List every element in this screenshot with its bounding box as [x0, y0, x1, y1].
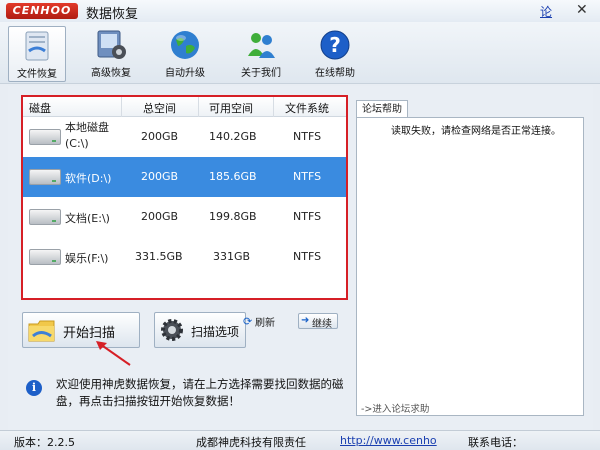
disk-row[interactable]: 娱乐(F:\) 331.5GB 331GB NTFS — [23, 237, 346, 277]
disk-list-header: 磁盘 总空间 可用空间 文件系统 — [23, 97, 346, 117]
website-link[interactable]: http://www.cenho — [340, 434, 437, 447]
tab-online-help[interactable]: ? 在线帮助 — [306, 26, 364, 82]
app-title: 数据恢复 — [86, 7, 139, 22]
disk-free: 140.2GB — [209, 130, 257, 143]
svg-text:?: ? — [329, 33, 341, 57]
tab-advanced-recover[interactable]: 高级恢复 — [82, 26, 140, 82]
advanced-recover-icon — [97, 30, 126, 59]
tab-label: 关于我们 — [241, 68, 281, 79]
hard-drive-icon — [29, 129, 61, 145]
disk-total: 200GB — [141, 170, 179, 183]
disk-row[interactable]: 本地磁盘 (C:\) 200GB 140.2GB NTFS — [23, 117, 346, 157]
disk-free: 185.6GB — [209, 170, 257, 183]
forum-link[interactable]: 论 — [540, 3, 552, 20]
column-disk[interactable]: 磁盘 — [29, 100, 51, 116]
status-bar: 版本：2.2.5 成都神虎科技有限责任 http://www.cenho 联系电… — [0, 430, 600, 450]
tab-label: 在线帮助 — [315, 68, 355, 79]
phone-text: 联系电话： — [468, 436, 523, 449]
disk-name: 娱乐(F:\) — [65, 252, 109, 265]
close-icon[interactable]: ✕ — [576, 2, 588, 18]
help-panel: 论坛帮助 读取失败，请检查网络是否正常连接。 ->进入论坛求助 — [356, 100, 584, 416]
disk-total: 200GB — [141, 130, 179, 143]
disk-filesystem: NTFS — [293, 210, 322, 223]
disk-row[interactable]: 文档(E:\) 200GB 199.8GB NTFS — [23, 197, 346, 237]
column-filesystem[interactable]: 文件系统 — [285, 100, 329, 116]
people-icon — [248, 33, 275, 58]
scan-options-label: 扫描选项 — [191, 325, 240, 339]
hard-drive-icon — [29, 209, 61, 225]
column-divider — [121, 97, 122, 117]
column-total[interactable]: 总空间 — [143, 100, 176, 116]
gear-icon — [161, 319, 183, 341]
scan-options-button[interactable]: 扫描选项 — [154, 312, 246, 348]
disk-filesystem: NTFS — [293, 130, 322, 143]
column-divider — [273, 97, 274, 117]
tab-file-recover[interactable]: 文件恢复 — [8, 26, 66, 82]
disk-name: 文档(E:\) — [65, 212, 110, 225]
disk-list: 磁盘 总空间 可用空间 文件系统 本地磁盘 (C:\) 200GB 140.2G… — [21, 95, 348, 300]
hard-drive-icon — [29, 249, 61, 265]
forum-help-link[interactable]: ->进入论坛求助 — [361, 401, 429, 415]
pointer-arrow — [96, 341, 131, 366]
tab-label: 自动升级 — [165, 68, 205, 79]
info-icon: i — [26, 380, 42, 396]
tab-label: 高级恢复 — [91, 68, 131, 79]
folder-scan-icon — [28, 320, 55, 342]
tab-auto-upgrade[interactable]: 自动升级 — [156, 26, 214, 82]
disk-total: 200GB — [141, 210, 179, 223]
title-bar: CENHOO 数据恢复 论 ✕ — [0, 0, 600, 22]
file-recover-icon — [25, 31, 49, 61]
refresh-icon: ⟳ — [243, 315, 253, 328]
version-text: 版本：2.2.5 — [14, 436, 75, 449]
column-divider — [198, 97, 199, 117]
globe-icon — [171, 31, 199, 59]
app-logo: CENHOO — [6, 3, 78, 19]
tab-forum-help[interactable]: 论坛帮助 — [356, 100, 408, 118]
toolbar: 文件恢复 高级恢复 自动升级 关于我们 ? 在线帮助 — [0, 22, 600, 84]
help-icon: ? — [320, 30, 350, 60]
refresh-label: 刷新 — [255, 318, 275, 329]
tab-label: 文件恢复 — [17, 69, 57, 80]
hard-drive-icon — [29, 169, 61, 185]
welcome-message: 欢迎使用神虎数据恢复，请在上方选择需要找回数据的磁盘，再点击扫描按钮开始恢复数据… — [56, 377, 344, 408]
disk-total: 331.5GB — [135, 250, 183, 263]
disk-name: 软件(D:\) — [65, 172, 112, 185]
disk-free: 331GB — [213, 250, 251, 263]
help-content: 读取失败，请检查网络是否正常连接。 ->进入论坛求助 — [356, 117, 584, 416]
disk-filesystem: NTFS — [293, 250, 322, 263]
column-free[interactable]: 可用空间 — [209, 100, 253, 116]
continue-button[interactable]: ➜ 继续 — [298, 313, 338, 330]
tab-about-us[interactable]: 关于我们 — [232, 26, 290, 82]
disk-row-selected[interactable]: 软件(D:\) 200GB 185.6GB NTFS — [23, 157, 346, 197]
help-error-message: 读取失败，请检查网络是否正常连接。 — [391, 126, 561, 137]
company-text: 成都神虎科技有限责任 — [196, 436, 306, 449]
continue-label: 继续 — [312, 319, 332, 330]
refresh-button[interactable]: ⟳ 刷新 — [243, 313, 281, 329]
disk-free: 199.8GB — [209, 210, 257, 223]
arrow-right-icon: ➜ — [301, 315, 310, 326]
disk-filesystem: NTFS — [293, 170, 322, 183]
